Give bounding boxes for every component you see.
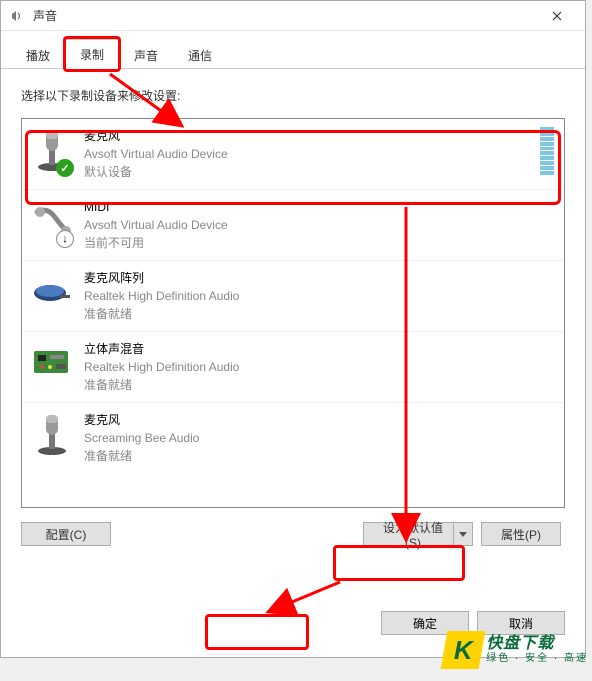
configure-button[interactable]: 配置(C): [21, 522, 111, 546]
set-default-label: 设为默认值(S): [376, 519, 450, 550]
device-item[interactable]: ✓ 麦克风 Avsoft Virtual Audio Device 默认设备: [22, 119, 564, 190]
device-status: 默认设备: [84, 163, 532, 181]
close-button[interactable]: [537, 2, 577, 30]
device-item[interactable]: 立体声混音 Realtek High Definition Audio 准备就绪: [22, 332, 564, 403]
set-default-button[interactable]: 设为默认值(S): [363, 522, 473, 546]
watermark: K 快盘下载 绿色 · 安全 · 高速: [444, 631, 588, 669]
watermark-logo: K: [441, 631, 486, 669]
watermark-title: 快盘下载: [486, 636, 588, 652]
tab-content: 选择以下录制设备来修改设置: ✓ 麦克风 Avsoft Virtual Audi…: [1, 69, 585, 546]
window-title: 声音: [33, 7, 537, 24]
properties-label: 属性(P): [501, 526, 541, 543]
device-desc: Realtek High Definition Audio: [84, 287, 554, 305]
device-status: 当前不可用: [84, 234, 554, 252]
download-badge-icon: ↓: [56, 230, 74, 248]
device-info: 立体声混音 Realtek High Definition Audio 准备就绪: [84, 340, 554, 394]
microphone-array-icon: [32, 269, 72, 317]
microphone-icon: ✓: [32, 127, 72, 175]
device-name: MIDI: [84, 198, 554, 216]
chevron-down-icon: [459, 532, 467, 537]
midi-cable-icon: ↓: [32, 198, 72, 246]
device-name: 麦克风: [84, 127, 532, 145]
tab-communications[interactable]: 通信: [173, 40, 227, 69]
device-desc: Screaming Bee Audio: [84, 429, 554, 447]
watermark-subtitle: 绿色 · 安全 · 高速: [486, 654, 588, 664]
device-item[interactable]: ↓ MIDI Avsoft Virtual Audio Device 当前不可用: [22, 190, 564, 261]
device-status: 准备就绪: [84, 376, 554, 394]
device-info: 麦克风阵列 Realtek High Definition Audio 准备就绪: [84, 269, 554, 323]
device-desc: Avsoft Virtual Audio Device: [84, 216, 554, 234]
configure-label: 配置(C): [46, 526, 87, 543]
device-buttons-row: 配置(C) 设为默认值(S) 属性(P): [21, 522, 565, 546]
device-name: 麦克风阵列: [84, 269, 554, 287]
titlebar: 声音: [1, 1, 585, 31]
device-status: 准备就绪: [84, 447, 554, 465]
device-item[interactable]: 麦克风阵列 Realtek High Definition Audio 准备就绪: [22, 261, 564, 332]
device-info: MIDI Avsoft Virtual Audio Device 当前不可用: [84, 198, 554, 252]
check-badge-icon: ✓: [56, 159, 74, 177]
device-info: 麦克风 Avsoft Virtual Audio Device 默认设备: [84, 127, 532, 181]
device-list[interactable]: ✓ 麦克风 Avsoft Virtual Audio Device 默认设备 ↓: [21, 118, 565, 508]
device-info: 麦克风 Screaming Bee Audio 准备就绪: [84, 411, 554, 465]
device-desc: Realtek High Definition Audio: [84, 358, 554, 376]
properties-button[interactable]: 属性(P): [481, 522, 561, 546]
instruction-text: 选择以下录制设备来修改设置:: [21, 87, 565, 104]
device-name: 立体声混音: [84, 340, 554, 358]
device-name: 麦克风: [84, 411, 554, 429]
tab-sounds[interactable]: 声音: [119, 40, 173, 69]
tab-recording[interactable]: 录制: [65, 39, 119, 69]
tab-playback[interactable]: 播放: [11, 40, 65, 69]
sound-card-icon: [32, 340, 72, 388]
microphone-icon: [32, 411, 72, 459]
sound-dialog: 声音 播放 录制 声音 通信 选择以下录制设备来修改设置: ✓ 麦克风 Avso…: [0, 0, 586, 658]
level-meter: [540, 127, 554, 175]
device-status: 准备就绪: [84, 305, 554, 323]
app-icon: [9, 8, 25, 24]
device-desc: Avsoft Virtual Audio Device: [84, 145, 532, 163]
device-item[interactable]: 麦克风 Screaming Bee Audio 准备就绪: [22, 403, 564, 473]
tab-strip: 播放 录制 声音 通信: [1, 37, 585, 69]
